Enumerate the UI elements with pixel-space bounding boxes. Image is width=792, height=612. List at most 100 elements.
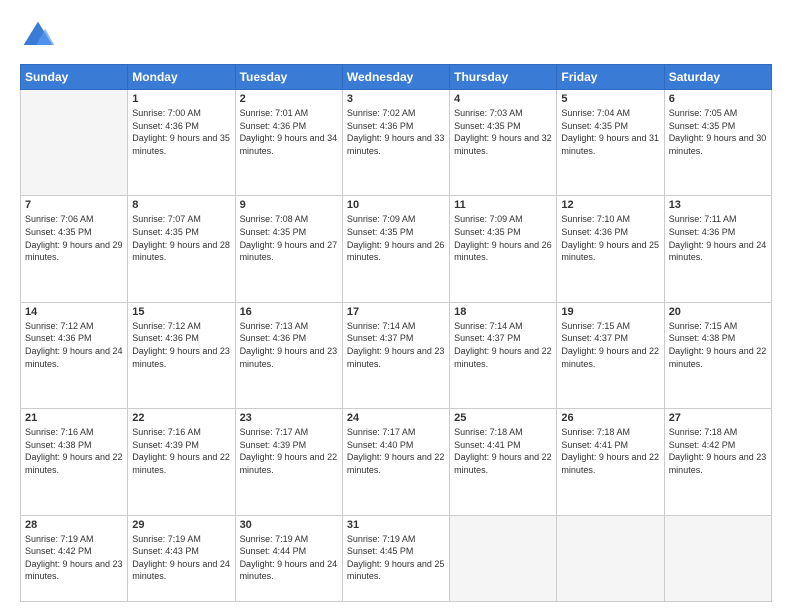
day-info: Sunrise: 7:04 AMSunset: 4:35 PMDaylight:… — [561, 107, 659, 157]
calendar-week-2: 7Sunrise: 7:06 AMSunset: 4:35 PMDaylight… — [21, 196, 772, 302]
day-info: Sunrise: 7:00 AMSunset: 4:36 PMDaylight:… — [132, 107, 230, 157]
day-number: 17 — [347, 306, 445, 318]
calendar-cell: 13 Sunrise: 7:11 AMSunset: 4:36 PMDayligh… — [664, 196, 771, 302]
calendar-week-3: 14 Sunrise: 7:12 AMSunset: 4:36 PMDayligh… — [21, 302, 772, 408]
day-number: 27 — [669, 412, 767, 424]
day-info: Sunrise: 7:01 AMSunset: 4:36 PMDaylight:… — [240, 107, 338, 157]
day-number: 5 — [561, 93, 659, 105]
day-number: 29 — [132, 519, 230, 531]
day-number: 23 — [240, 412, 338, 424]
day-info: Sunrise: 7:06 AMSunset: 4:35 PMDaylight:… — [25, 213, 123, 263]
day-number: 3 — [347, 93, 445, 105]
calendar-cell: 11 Sunrise: 7:09 AMSunset: 4:35 PMDayligh… — [450, 196, 557, 302]
calendar-cell: 25Sunrise: 7:18 AMSunset: 4:41 PMDayligh… — [450, 409, 557, 515]
day-number: 14 — [25, 306, 123, 318]
calendar-cell: 3 Sunrise: 7:02 AMSunset: 4:36 PMDaylight… — [342, 90, 449, 196]
day-info: Sunrise: 7:05 AMSunset: 4:35 PMDaylight:… — [669, 107, 767, 157]
calendar-header-friday: Friday — [557, 65, 664, 90]
day-number: 11 — [454, 199, 552, 211]
day-info: Sunrise: 7:08 AMSunset: 4:35 PMDaylight:… — [240, 213, 338, 263]
calendar-cell — [450, 515, 557, 601]
day-number: 26 — [561, 412, 659, 424]
calendar-cell: 12 Sunrise: 7:10 AMSunset: 4:36 PMDayligh… — [557, 196, 664, 302]
day-info: Sunrise: 7:12 AMSunset: 4:36 PMDaylight:… — [132, 320, 230, 370]
calendar-cell: 27 Sunrise: 7:18 AMSunset: 4:42 PMDayligh… — [664, 409, 771, 515]
calendar-cell: 15Sunrise: 7:12 AMSunset: 4:36 PMDayligh… — [128, 302, 235, 408]
calendar-header-wednesday: Wednesday — [342, 65, 449, 90]
calendar-cell: 5 Sunrise: 7:04 AMSunset: 4:35 PMDaylight… — [557, 90, 664, 196]
day-info: Sunrise: 7:09 AMSunset: 4:35 PMDaylight:… — [347, 213, 445, 263]
day-info: Sunrise: 7:19 AMSunset: 4:43 PMDaylight:… — [132, 533, 230, 583]
day-number: 21 — [25, 412, 123, 424]
day-info: Sunrise: 7:18 AMSunset: 4:41 PMDaylight:… — [561, 426, 659, 476]
day-number: 1 — [132, 93, 230, 105]
day-number: 20 — [669, 306, 767, 318]
day-info: Sunrise: 7:14 AMSunset: 4:37 PMDaylight:… — [347, 320, 445, 370]
day-number: 22 — [132, 412, 230, 424]
day-info: Sunrise: 7:09 AMSunset: 4:35 PMDaylight:… — [454, 213, 552, 263]
day-number: 4 — [454, 93, 552, 105]
day-info: Sunrise: 7:16 AMSunset: 4:38 PMDaylight:… — [25, 426, 123, 476]
page: SundayMondayTuesdayWednesdayThursdayFrid… — [0, 0, 792, 612]
day-number: 19 — [561, 306, 659, 318]
calendar-cell — [21, 90, 128, 196]
day-number: 16 — [240, 306, 338, 318]
day-info: Sunrise: 7:17 AMSunset: 4:40 PMDaylight:… — [347, 426, 445, 476]
day-info: Sunrise: 7:19 AMSunset: 4:45 PMDaylight:… — [347, 533, 445, 583]
calendar-cell: 23 Sunrise: 7:17 AMSunset: 4:39 PMDayligh… — [235, 409, 342, 515]
day-number: 18 — [454, 306, 552, 318]
calendar-cell: 7Sunrise: 7:06 AMSunset: 4:35 PMDaylight… — [21, 196, 128, 302]
calendar-cell: 24 Sunrise: 7:17 AMSunset: 4:40 PMDayligh… — [342, 409, 449, 515]
calendar-cell: 4Sunrise: 7:03 AMSunset: 4:35 PMDaylight… — [450, 90, 557, 196]
day-info: Sunrise: 7:15 AMSunset: 4:37 PMDaylight:… — [561, 320, 659, 370]
calendar-cell — [664, 515, 771, 601]
calendar-cell: 9 Sunrise: 7:08 AMSunset: 4:35 PMDaylight… — [235, 196, 342, 302]
day-info: Sunrise: 7:12 AMSunset: 4:36 PMDaylight:… — [25, 320, 123, 370]
day-info: Sunrise: 7:13 AMSunset: 4:36 PMDaylight:… — [240, 320, 338, 370]
day-info: Sunrise: 7:18 AMSunset: 4:41 PMDaylight:… — [454, 426, 552, 476]
calendar-cell: 6 Sunrise: 7:05 AMSunset: 4:35 PMDaylight… — [664, 90, 771, 196]
day-info: Sunrise: 7:18 AMSunset: 4:42 PMDaylight:… — [669, 426, 767, 476]
calendar-cell: 20 Sunrise: 7:15 AMSunset: 4:38 PMDayligh… — [664, 302, 771, 408]
calendar-cell: 18 Sunrise: 7:14 AMSunset: 4:37 PMDayligh… — [450, 302, 557, 408]
calendar-cell: 17 Sunrise: 7:14 AMSunset: 4:37 PMDayligh… — [342, 302, 449, 408]
day-number: 6 — [669, 93, 767, 105]
calendar-week-4: 21 Sunrise: 7:16 AMSunset: 4:38 PMDayligh… — [21, 409, 772, 515]
day-info: Sunrise: 7:11 AMSunset: 4:36 PMDaylight:… — [669, 213, 767, 263]
calendar-cell: 2 Sunrise: 7:01 AMSunset: 4:36 PMDaylight… — [235, 90, 342, 196]
calendar-header-tuesday: Tuesday — [235, 65, 342, 90]
calendar: SundayMondayTuesdayWednesdayThursdayFrid… — [20, 64, 772, 602]
calendar-cell: 10Sunrise: 7:09 AMSunset: 4:35 PMDayligh… — [342, 196, 449, 302]
day-info: Sunrise: 7:14 AMSunset: 4:37 PMDaylight:… — [454, 320, 552, 370]
day-number: 9 — [240, 199, 338, 211]
header — [20, 18, 772, 54]
calendar-header-sunday: Sunday — [21, 65, 128, 90]
day-number: 31 — [347, 519, 445, 531]
day-number: 30 — [240, 519, 338, 531]
day-info: Sunrise: 7:19 AMSunset: 4:44 PMDaylight:… — [240, 533, 338, 583]
calendar-cell: 22Sunrise: 7:16 AMSunset: 4:39 PMDayligh… — [128, 409, 235, 515]
calendar-header-saturday: Saturday — [664, 65, 771, 90]
calendar-cell: 21 Sunrise: 7:16 AMSunset: 4:38 PMDayligh… — [21, 409, 128, 515]
day-number: 2 — [240, 93, 338, 105]
day-number: 28 — [25, 519, 123, 531]
calendar-cell: 19 Sunrise: 7:15 AMSunset: 4:37 PMDayligh… — [557, 302, 664, 408]
calendar-week-1: 1 Sunrise: 7:00 AMSunset: 4:36 PMDaylight… — [21, 90, 772, 196]
calendar-cell: 29 Sunrise: 7:19 AMSunset: 4:43 PMDayligh… — [128, 515, 235, 601]
calendar-header-monday: Monday — [128, 65, 235, 90]
day-info: Sunrise: 7:02 AMSunset: 4:36 PMDaylight:… — [347, 107, 445, 157]
day-info: Sunrise: 7:15 AMSunset: 4:38 PMDaylight:… — [669, 320, 767, 370]
calendar-cell: 28Sunrise: 7:19 AMSunset: 4:42 PMDayligh… — [21, 515, 128, 601]
day-number: 13 — [669, 199, 767, 211]
calendar-cell: 31 Sunrise: 7:19 AMSunset: 4:45 PMDayligh… — [342, 515, 449, 601]
calendar-cell: 26 Sunrise: 7:18 AMSunset: 4:41 PMDayligh… — [557, 409, 664, 515]
calendar-cell: 16 Sunrise: 7:13 AMSunset: 4:36 PMDayligh… — [235, 302, 342, 408]
calendar-cell: 30 Sunrise: 7:19 AMSunset: 4:44 PMDayligh… — [235, 515, 342, 601]
day-number: 24 — [347, 412, 445, 424]
day-number: 12 — [561, 199, 659, 211]
calendar-header-thursday: Thursday — [450, 65, 557, 90]
day-info: Sunrise: 7:10 AMSunset: 4:36 PMDaylight:… — [561, 213, 659, 263]
calendar-cell — [557, 515, 664, 601]
calendar-cell: 14 Sunrise: 7:12 AMSunset: 4:36 PMDayligh… — [21, 302, 128, 408]
day-info: Sunrise: 7:17 AMSunset: 4:39 PMDaylight:… — [240, 426, 338, 476]
